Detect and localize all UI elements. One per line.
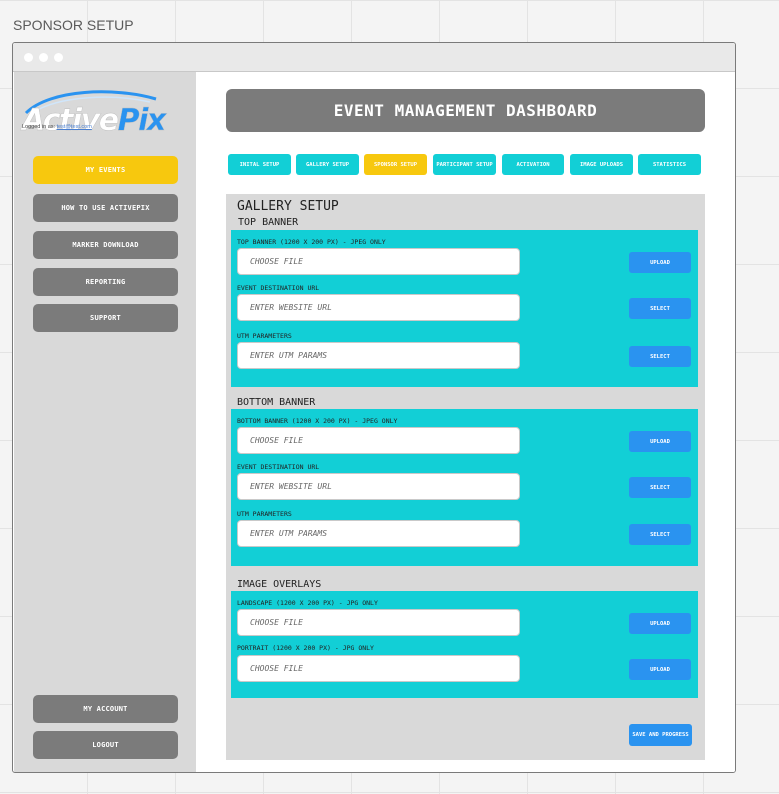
landscape-file-input[interactable]: CHOOSE FILE: [237, 609, 520, 636]
brand-name: ActivePix: [20, 103, 168, 136]
window-dot-icon[interactable]: [54, 53, 63, 62]
upload-button[interactable]: UPLOAD: [629, 613, 691, 634]
portrait-file-input[interactable]: CHOOSE FILE: [237, 655, 520, 682]
field-label: EVENT DESTINATION URL: [237, 463, 320, 471]
gallery-setup-panel: GALLERY SETUP TOP BANNER TOP BANNER (120…: [226, 194, 705, 760]
sidebar-item-logout[interactable]: LOGOUT: [33, 731, 178, 759]
sidebar: ActivePix ActivePix Logged in as: test@t…: [14, 72, 196, 772]
sidebar-item-my-account[interactable]: MY ACCOUNT: [33, 695, 178, 723]
event-url-input[interactable]: ENTER WEBSITE URL: [237, 294, 520, 321]
window-dot-icon[interactable]: [24, 53, 33, 62]
section-title-top-banner: TOP BANNER: [238, 217, 299, 228]
select-button[interactable]: SELECT: [629, 524, 691, 545]
tab-participant-setup[interactable]: PARTICIPANT SETUP: [433, 154, 496, 175]
top-banner-file-input[interactable]: CHOOSE FILE: [237, 248, 520, 275]
logged-in-email[interactable]: test@test.com: [57, 124, 92, 130]
select-button[interactable]: SELECT: [629, 477, 691, 498]
field-label: LANDSCAPE (1200 X 200 PX) - JPG ONLY: [237, 599, 378, 607]
window-dot-icon[interactable]: [39, 53, 48, 62]
window-titlebar: [13, 43, 735, 72]
upload-button[interactable]: UPLOAD: [629, 659, 691, 680]
page-label: SPONSOR SETUP: [13, 17, 134, 33]
sidebar-item-reporting[interactable]: REPORTING: [33, 268, 178, 296]
logged-in-info: Logged in as: test@test.com: [22, 124, 92, 130]
bottom-banner-section: BOTTOM BANNER (1200 X 200 PX) - JPEG ONL…: [231, 409, 698, 566]
panel-title: GALLERY SETUP: [237, 199, 339, 214]
field-label: PORTRAIT (1200 X 200 PX) - JPG ONLY: [237, 644, 374, 652]
logged-in-label: Logged in as:: [22, 124, 56, 130]
tab-sponsor-setup[interactable]: SPONSOR SETUP: [364, 154, 427, 175]
field-label: UTM PARAMETERS: [237, 510, 292, 518]
tab-gallery-setup[interactable]: GALLERY SETUP: [296, 154, 359, 175]
select-button[interactable]: SELECT: [629, 346, 691, 367]
utm-params-input[interactable]: ENTER UTM PARAMS: [237, 520, 520, 547]
sidebar-item-support[interactable]: SUPPORT: [33, 304, 178, 332]
sidebar-item-my-events[interactable]: MY EVENTS: [33, 156, 178, 184]
tab-statistics[interactable]: STATISTICS: [638, 154, 701, 175]
top-banner-section: TOP BANNER (1200 X 200 PX) - JPEG ONLY C…: [231, 230, 698, 387]
upload-button[interactable]: UPLOAD: [629, 431, 691, 452]
tab-image-uploads[interactable]: IMAGE UPLOADS: [570, 154, 633, 175]
select-button[interactable]: SELECT: [629, 298, 691, 319]
utm-params-input[interactable]: ENTER UTM PARAMS: [237, 342, 520, 369]
field-label: UTM PARAMETERS: [237, 332, 292, 340]
page-title: EVENT MANAGEMENT DASHBOARD: [226, 89, 705, 132]
upload-button[interactable]: UPLOAD: [629, 252, 691, 273]
bottom-banner-file-input[interactable]: CHOOSE FILE: [237, 427, 520, 454]
event-url-input[interactable]: ENTER WEBSITE URL: [237, 473, 520, 500]
tab-initial-setup[interactable]: INITAL SETUP: [228, 154, 291, 175]
image-overlays-section: LANDSCAPE (1200 X 200 PX) - JPG ONLY CHO…: [231, 591, 698, 698]
tab-activation[interactable]: ACTIVATION: [502, 154, 564, 175]
field-label: EVENT DESTINATION URL: [237, 284, 320, 292]
field-label: BOTTOM BANNER (1200 X 200 PX) - JPEG ONL…: [237, 417, 398, 425]
sidebar-item-marker-download[interactable]: MARKER DOWNLOAD: [33, 231, 178, 259]
browser-window: ActivePix ActivePix Logged in as: test@t…: [12, 42, 736, 773]
sidebar-item-how-to-use[interactable]: HOW TO USE ACTIVEPIX: [33, 194, 178, 222]
section-title-image-overlays: IMAGE OVERLAYS: [237, 579, 322, 590]
section-title-bottom-banner: BOTTOM BANNER: [237, 397, 316, 408]
save-and-progress-button[interactable]: SAVE AND PROGRESS: [629, 724, 692, 746]
main-content: EVENT MANAGEMENT DASHBOARD INITAL SETUP …: [196, 72, 735, 772]
field-label: TOP BANNER (1200 X 200 PX) - JPEG ONLY: [237, 238, 386, 246]
